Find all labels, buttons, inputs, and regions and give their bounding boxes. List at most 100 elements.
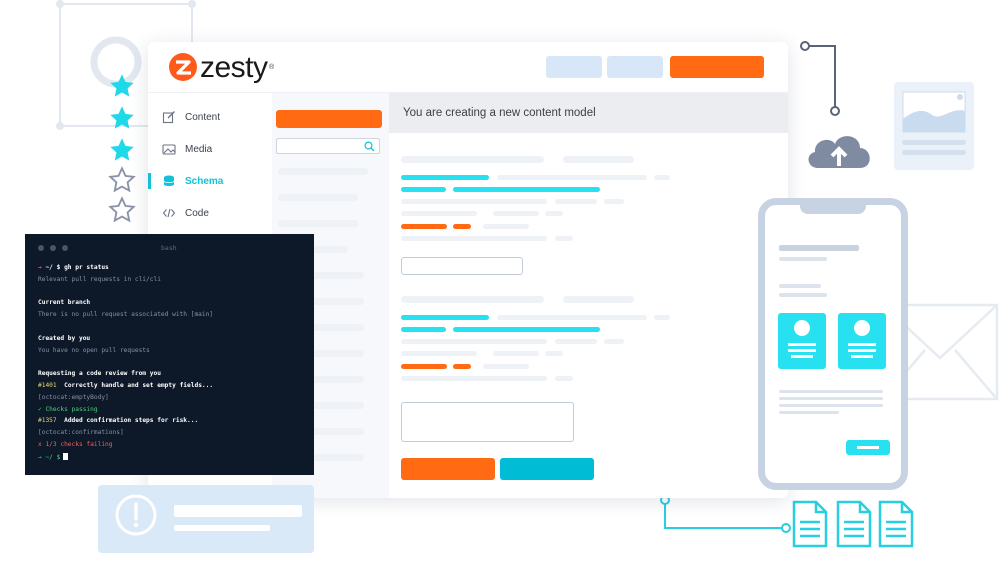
terminal-line: Relevant pull requests in cli/cli — [38, 275, 161, 283]
submit-button[interactable] — [401, 458, 495, 480]
terminal-cursor — [63, 452, 69, 460]
list-item[interactable] — [278, 194, 358, 201]
field-text-placeholder — [401, 339, 547, 344]
cloud-upload-icon — [808, 136, 870, 168]
profile-card[interactable] — [778, 313, 826, 369]
field-text-placeholder — [604, 199, 624, 204]
phone-text-placeholder — [779, 390, 883, 393]
header-primary-button[interactable] — [670, 56, 764, 78]
nav-item-content[interactable]: Content — [148, 105, 272, 129]
field-text-placeholder — [401, 236, 547, 241]
terminal-line: [octocat:emptyBody] — [38, 393, 109, 401]
text-input-field[interactable] — [401, 257, 523, 275]
field-text-placeholder — [401, 351, 477, 356]
phone-text-placeholder — [779, 284, 821, 288]
user-icon — [848, 320, 876, 358]
terminal-line: Created by you — [38, 334, 91, 342]
phone-text-placeholder — [779, 293, 827, 297]
field-highlight — [401, 187, 446, 192]
field-text-placeholder — [555, 376, 573, 381]
terminal-line: → ~/ $ gh pr status — [38, 264, 109, 271]
pr-title: Correctly handle and set empty fields... — [56, 382, 214, 389]
list-item[interactable] — [278, 168, 368, 175]
header-button-1[interactable] — [546, 56, 602, 78]
field-text-placeholder — [497, 315, 647, 320]
nav-item-schema[interactable]: Schema — [148, 169, 272, 193]
field-text-placeholder — [545, 211, 563, 216]
phone-text-placeholder — [779, 397, 883, 400]
phone-text-placeholder — [779, 411, 839, 414]
window-dot — [38, 245, 44, 251]
terminal-title: bash — [161, 244, 177, 252]
star-icon — [110, 138, 134, 161]
document-icon — [878, 500, 914, 548]
field-text-placeholder — [604, 339, 624, 344]
image-card — [894, 82, 974, 170]
phone-action-button[interactable] — [846, 440, 890, 455]
field-text-placeholder — [555, 236, 573, 241]
database-icon — [163, 175, 175, 186]
field-required-marker — [453, 224, 471, 229]
field-label-placeholder — [401, 156, 544, 163]
star-icon — [110, 74, 134, 97]
list-item[interactable] — [278, 220, 358, 227]
alert-text-placeholder — [174, 525, 270, 531]
field-highlight — [401, 327, 446, 332]
document-icon — [836, 500, 872, 548]
rating-stars — [108, 72, 138, 227]
field-label-placeholder — [401, 296, 544, 303]
create-model-button[interactable] — [276, 110, 382, 128]
terminal-window: bash → ~/ $ gh pr status Relevant pull re… — [25, 234, 314, 475]
header-button-2[interactable] — [607, 56, 663, 78]
search-icon[interactable] — [364, 141, 375, 152]
document-icon — [792, 500, 828, 548]
field-text-placeholder — [555, 339, 597, 344]
secondary-button[interactable] — [500, 458, 594, 480]
field-text-placeholder — [654, 315, 670, 320]
terminal-line: Requesting a code review from you — [38, 370, 161, 378]
main-panel-header: You are creating a new content model — [389, 93, 788, 133]
field-text-placeholder — [545, 351, 563, 356]
field-label-placeholder — [563, 156, 634, 163]
nav-item-code[interactable]: Code — [148, 201, 272, 225]
alert-card — [98, 485, 314, 553]
pr-number: #1357 — [38, 417, 57, 425]
main-panel: You are creating a new content model — [389, 93, 788, 498]
phone-mockup — [758, 198, 908, 490]
field-text-placeholder — [493, 351, 539, 356]
connector-line — [800, 41, 840, 116]
profile-card[interactable] — [838, 313, 886, 369]
terminal-line: Current branch — [38, 299, 91, 307]
field-highlight — [401, 315, 489, 320]
phone-text-placeholder — [779, 404, 883, 407]
documents-group — [792, 500, 916, 550]
field-text-placeholder — [483, 364, 529, 369]
field-text-placeholder — [401, 376, 547, 381]
nav-item-label: Media — [185, 143, 213, 155]
terminal-line: #1401 Correctly handle and set empty fie… — [38, 382, 213, 389]
app-header: zesty ® — [148, 42, 788, 93]
zesty-logo-icon — [169, 53, 197, 81]
alert-icon — [115, 494, 157, 536]
nav-item-label: Content — [185, 111, 221, 123]
media-icon — [162, 144, 176, 155]
star-outline-icon — [108, 166, 136, 193]
documents-connector-line — [660, 495, 791, 533]
prompt-command: ~/ $ gh pr status — [45, 264, 109, 271]
star-icon — [110, 106, 134, 129]
field-text-placeholder — [555, 199, 597, 204]
field-label-placeholder — [563, 296, 634, 303]
nav-item-label: Code — [185, 207, 209, 219]
field-highlight — [401, 175, 489, 180]
terminal-line: There is no pull request associated with… — [38, 311, 214, 319]
edit-icon — [162, 111, 175, 124]
terminal-line: [octocat:confirmations] — [38, 429, 124, 437]
phone-text-placeholder — [779, 245, 859, 251]
field-required-marker — [401, 224, 447, 229]
nav-item-media[interactable]: Media — [148, 137, 272, 161]
user-icon — [788, 320, 816, 358]
textarea-field[interactable] — [401, 402, 574, 442]
field-text-placeholder — [401, 211, 477, 216]
field-text-placeholder — [497, 175, 647, 180]
star-outline-icon — [108, 196, 136, 223]
